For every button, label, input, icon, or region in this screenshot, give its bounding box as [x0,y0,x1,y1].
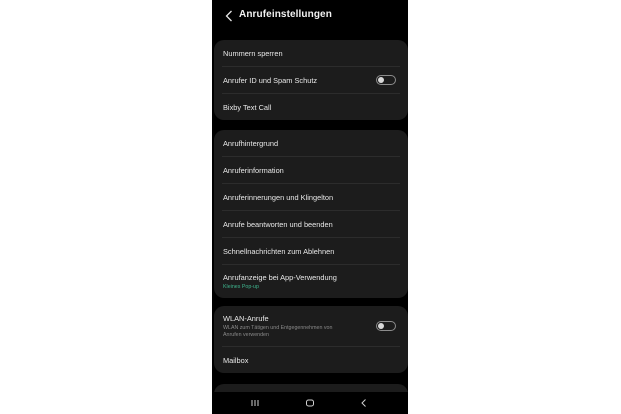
setting-label: WLAN-Anrufe [223,314,269,323]
system-navigation-bar [212,392,408,414]
setting-label: Anrufanzeige bei App-Verwendung [223,272,337,282]
setting-wifi-calling[interactable]: WLAN-Anrufe WLAN zum Tätigen und Entgege… [222,306,400,346]
app-header: Anrufeinstellungen [212,0,408,32]
setting-label: Anruferinnerungen und Klingelton [223,192,334,202]
nav-back-button[interactable] [357,397,371,409]
setting-label: Schnellnachrichten zum Ablehnen [223,246,335,256]
setting-bixby-text-call[interactable]: Bixby Text Call [222,93,400,120]
setting-caller-info[interactable]: Anruferinformation [222,156,400,183]
setting-quick-decline-messages[interactable]: Schnellnachrichten zum Ablehnen [222,237,400,264]
settings-group-display: Anrufhintergrund Anruferinformation Anru… [214,130,408,298]
setting-caller-id-spam[interactable]: Anrufer ID und Spam Schutz [222,66,400,93]
settings-group-blocking: Nummern sperren Anrufer ID und Spam Schu… [214,40,408,120]
setting-label: Bixby Text Call [223,102,272,112]
setting-answer-end-calls[interactable]: Anrufe beantworten und beenden [222,210,400,237]
setting-call-display-in-app[interactable]: Anrufanzeige bei App-Verwendung Kleines … [222,264,400,298]
recent-apps-icon [251,400,259,406]
back-icon [361,399,366,407]
setting-label: Mailbox [223,355,249,365]
caller-id-toggle[interactable] [376,75,396,85]
setting-label: Anrufer ID und Spam Schutz [223,75,318,85]
setting-mailbox[interactable]: Mailbox [222,346,400,373]
settings-group-wifi: WLAN-Anrufe WLAN zum Tätigen und Entgege… [214,306,408,373]
setting-call-background[interactable]: Anrufhintergrund [222,130,400,156]
home-button[interactable] [303,397,317,409]
back-button[interactable] [223,9,235,23]
setting-label: Nummern sperren [223,48,283,58]
setting-label: Anruferinformation [223,165,284,175]
setting-block-numbers[interactable]: Nummern sperren [222,40,400,66]
recents-button[interactable] [248,397,262,409]
wifi-calling-toggle[interactable] [376,321,396,331]
setting-label: Anrufhintergrund [223,138,279,148]
toggle-knob [378,323,384,329]
page-title: Anrufeinstellungen [239,9,332,20]
setting-subtitle: Kleines Pop-up [223,283,259,290]
setting-reminders-ringtone[interactable]: Anruferinnerungen und Klingelton [222,183,400,210]
chevron-left-icon [225,10,232,22]
setting-label: Anrufe beantworten und beenden [223,219,333,229]
toggle-knob [378,77,384,83]
phone-screen: Anrufeinstellungen Nummern sperren Anruf… [212,0,408,414]
setting-subtitle: WLAN zum Tätigen und Entgegennehmen von … [223,325,333,338]
home-icon [306,399,314,407]
